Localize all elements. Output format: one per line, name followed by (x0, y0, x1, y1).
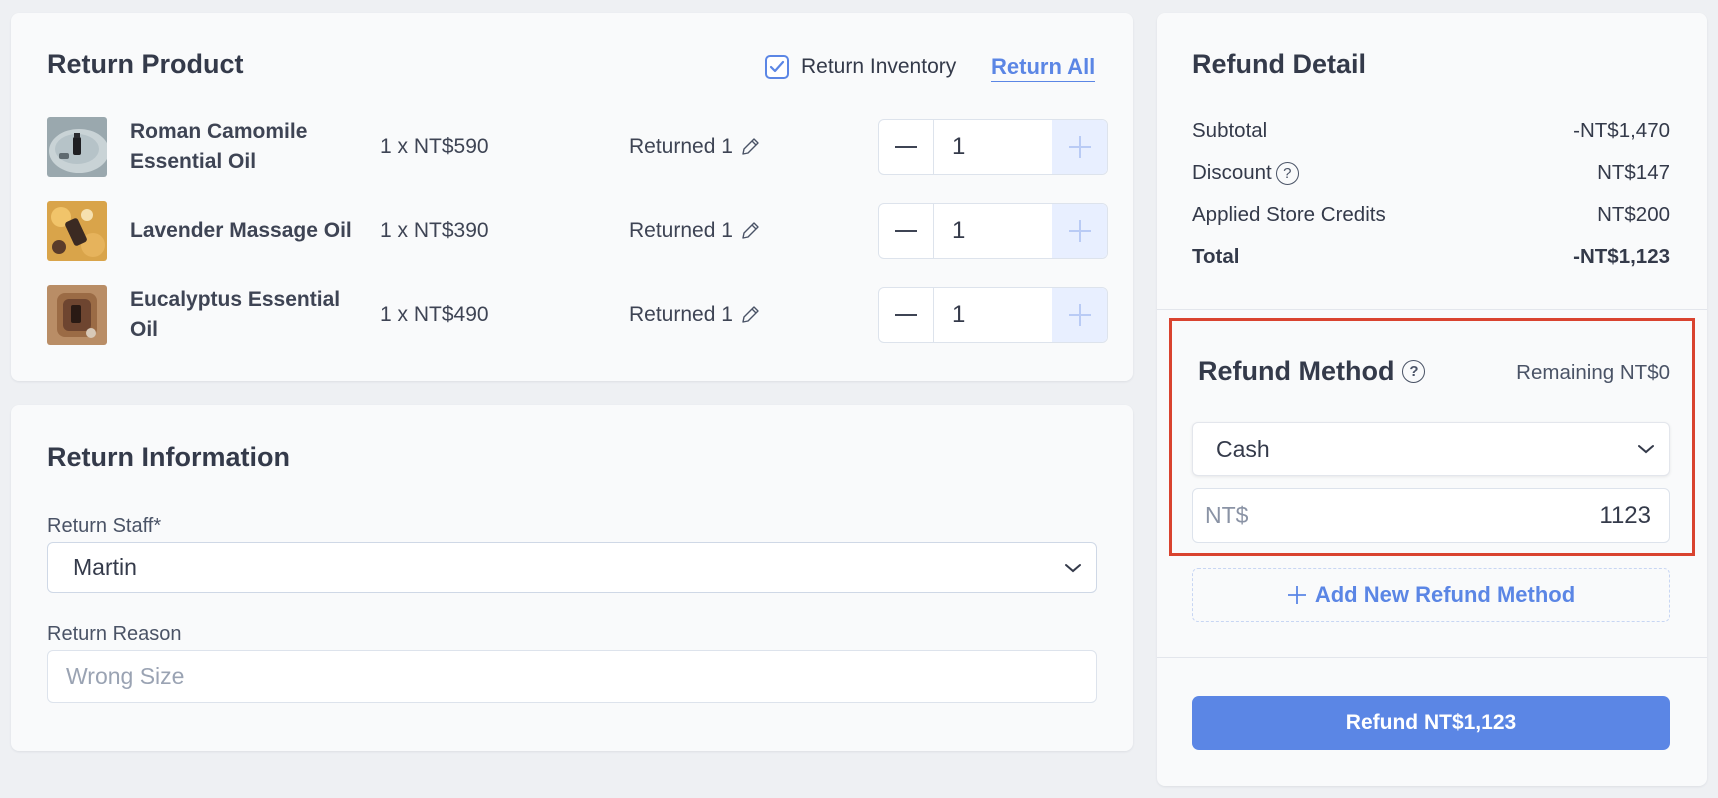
product-row: Roman Camomile Essential Oil 1 x NT$590 … (47, 117, 1108, 177)
refund-method-title: Refund Method (1198, 356, 1395, 386)
remaining-amount: Remaining NT$0 (1516, 361, 1670, 384)
refund-amount-value: 1123 (1599, 501, 1651, 529)
check-icon (769, 60, 785, 73)
pencil-icon[interactable] (739, 220, 761, 242)
increment-button[interactable] (1052, 120, 1107, 174)
quantity-stepper[interactable]: 1 (878, 203, 1108, 259)
product-image (47, 201, 107, 261)
return-inventory-label: Return Inventory (801, 55, 957, 78)
plus-icon (1068, 220, 1091, 242)
return-reason-label: Return Reason (47, 623, 182, 645)
return-reason-input[interactable]: Wrong Size (47, 650, 1097, 703)
total-label: Total (1192, 245, 1240, 268)
subtotal-row: Subtotal -NT$1,470 (1192, 116, 1670, 146)
product-image (47, 117, 107, 177)
return-inventory-checkbox[interactable] (765, 55, 789, 79)
returned-label: Returned 1 (629, 303, 733, 326)
product-image (47, 285, 107, 345)
discount-value: NT$147 (1597, 161, 1670, 184)
decrement-button[interactable] (879, 288, 934, 342)
product-row: Lavender Massage Oil 1 x NT$390 Returned… (47, 201, 1108, 261)
refund-method-select[interactable]: Cash (1192, 422, 1670, 476)
currency-prefix: NT$ (1205, 502, 1249, 528)
plus-icon (1068, 304, 1091, 326)
return-information-title: Return Information (47, 442, 290, 472)
divider (1157, 309, 1707, 310)
return-information-card: Return Information Return Staff* Martin … (11, 405, 1133, 751)
minus-icon (895, 314, 917, 316)
refund-amount-input[interactable]: NT$ 1123 (1192, 488, 1670, 543)
increment-button[interactable] (1052, 204, 1107, 258)
product-name: Eucalyptus Essential Oil (130, 288, 341, 341)
refund-method-heading: Refund Method ? (1198, 356, 1426, 387)
return-staff-select[interactable]: Martin (47, 542, 1097, 593)
refund-button[interactable]: Refund NT$1,123 (1192, 696, 1670, 750)
help-icon[interactable]: ? (1402, 360, 1426, 383)
store-credits-value: NT$200 (1597, 203, 1670, 226)
quantity-stepper[interactable]: 1 (878, 287, 1108, 343)
discount-label: Discount (1192, 161, 1272, 184)
subtotal-label: Subtotal (1192, 119, 1268, 142)
product-price: 1 x NT$490 (380, 303, 489, 326)
plus-icon (1068, 136, 1091, 158)
return-reason-placeholder: Wrong Size (66, 663, 185, 689)
divider (1157, 657, 1707, 658)
minus-icon (895, 230, 917, 232)
returned-label: Returned 1 (629, 219, 733, 242)
add-refund-method-label: Add New Refund Method (1314, 582, 1576, 607)
returned-count[interactable]: Returned 1 (629, 285, 761, 345)
return-product-title: Return Product (47, 49, 244, 79)
refund-detail-title: Refund Detail (1192, 49, 1367, 79)
product-name: Roman Camomile Essential Oil (130, 120, 308, 173)
store-credits-row: Applied Store Credits NT$200 (1192, 200, 1670, 230)
decrement-button[interactable] (879, 204, 934, 258)
help-icon[interactable]: ? (1275, 161, 1299, 185)
pencil-icon[interactable] (739, 136, 761, 158)
returned-count[interactable]: Returned 1 (629, 117, 761, 177)
return-inventory-toggle[interactable]: Return Inventory (765, 55, 956, 79)
chevron-down-icon (1638, 445, 1654, 454)
quantity-value[interactable]: 1 (934, 120, 1052, 174)
store-credits-label: Applied Store Credits (1192, 203, 1386, 226)
return-all-link[interactable]: Return All (991, 54, 1096, 82)
chevron-down-icon (1065, 563, 1081, 572)
quantity-stepper[interactable]: 1 (878, 119, 1108, 175)
returned-count[interactable]: Returned 1 (629, 201, 761, 261)
return-staff-value: Martin (73, 554, 137, 580)
discount-row: Discount ? NT$147 (1192, 158, 1670, 188)
product-name: Lavender Massage Oil (130, 219, 352, 242)
add-refund-method-button[interactable]: Add New Refund Method (1192, 568, 1670, 622)
increment-button[interactable] (1052, 288, 1107, 342)
pencil-icon[interactable] (739, 304, 761, 326)
returned-label: Returned 1 (629, 135, 733, 158)
subtotal-value: -NT$1,470 (1573, 119, 1670, 142)
refund-method-value: Cash (1216, 435, 1270, 462)
decrement-button[interactable] (879, 120, 934, 174)
refund-detail-card: Refund Detail Subtotal -NT$1,470 Discoun… (1157, 13, 1707, 786)
minus-icon (895, 146, 917, 148)
quantity-value[interactable]: 1 (934, 204, 1052, 258)
total-row: Total -NT$1,123 (1192, 242, 1670, 272)
plus-icon (1287, 586, 1306, 604)
product-row: Eucalyptus Essential Oil 1 x NT$490 Retu… (47, 285, 1108, 345)
return-product-card: Return Product Return Inventory Return A… (11, 13, 1133, 381)
return-staff-label: Return Staff* (47, 515, 162, 537)
total-value: -NT$1,123 (1573, 245, 1670, 268)
product-price: 1 x NT$590 (380, 135, 489, 158)
quantity-value[interactable]: 1 (934, 288, 1052, 342)
product-price: 1 x NT$390 (380, 219, 489, 242)
